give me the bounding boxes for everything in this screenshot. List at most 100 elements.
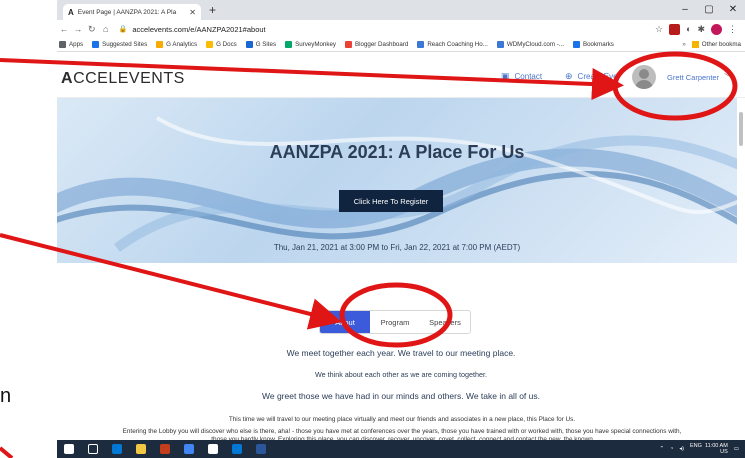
url-text: accelevents.com/e/AANZPA2021#about [132,24,266,34]
bookmark-icon [572,41,580,48]
taskbar-app-icon[interactable] [84,442,102,456]
bookmark-icon [59,41,66,48]
about-line-1: We meet together each year. We travel to… [286,348,516,358]
tab-speakers[interactable]: Speakers [420,311,470,333]
overflow-chevron-icon[interactable]: » [682,41,685,48]
notification-icon[interactable]: ▭ [734,446,739,452]
event-title: AANZPA 2021: A Place For Us [269,142,525,162]
bookmark-icon [206,41,214,48]
menu-icon[interactable]: ⋮ [728,24,737,35]
bookmark-label: G Sites [255,41,277,48]
bookmark-label: Bookmarks [582,41,614,48]
page-scrollbar[interactable] [739,112,743,146]
bookmark-label: SurveyMonkey [295,41,336,48]
bookmark-item[interactable]: SurveyMonkey [285,41,336,48]
back-icon[interactable]: ← [57,24,71,34]
about-line-3: We greet those we have had in our minds … [262,391,540,401]
new-tab-icon[interactable]: + [209,3,216,17]
extension-icon-2[interactable]: ◐ [686,24,691,34]
bookmark-icon [92,41,100,48]
create-event-link[interactable]: ⊕ Create Eve [565,71,618,82]
bookmark-label: Reach Coaching Ho... [427,41,488,48]
bookmark-icon [345,41,352,48]
bookmark-item[interactable]: Reach Coaching Ho... [417,41,488,48]
puzzle-icon[interactable]: ✱ [697,24,705,35]
forward-icon[interactable]: → [71,24,85,34]
taskbar-app-icon[interactable] [132,442,150,456]
address-bar[interactable]: 🔒 accelevents.com/e/AANZPA2021#about [119,22,655,36]
accelevents-logo[interactable]: ACCELEVENTS [61,70,185,88]
bookmark-label: G Analytics [166,41,198,48]
plus-circle-icon: ⊕ [565,71,573,81]
other-bookmarks-label: Other bookma [701,41,741,48]
contact-link[interactable]: ▣ Contact [501,71,542,82]
tray-up-arrow-icon[interactable]: ⌃ [659,446,664,452]
tab-about[interactable]: About [320,311,370,333]
tray-clock[interactable]: ENG 11:00 AM US [690,443,728,455]
reload-icon[interactable]: ↻ [85,24,99,35]
bookmark-icon [245,41,253,48]
bookmark-label: Blogger Dashboard [355,41,409,48]
event-banner: AANZPA 2021: A Place For Us Click Here T… [57,98,737,263]
windows-taskbar: ⌃ ◔ ◂) ENG 11:00 AM US ▭ [57,440,745,458]
star-icon[interactable]: ☆ [655,24,663,35]
user-avatar [632,65,656,89]
tab-program[interactable]: Program [370,311,420,333]
tab-strip: A Event Page | AANZPA 2021: A Pla ✕ + – … [57,0,745,20]
user-menu[interactable]: Grett Carpenter ﹀ [632,62,742,92]
cropped-text: n [0,385,12,407]
bookmark-item[interactable]: Suggested Sites [92,41,147,48]
about-paragraph-2: Entering the Lobby you will discover who… [122,428,682,440]
bookmark-label: G Docs [216,41,237,48]
bookmark-item[interactable]: Blogger Dashboard [345,41,408,48]
taskbar-app-icon[interactable] [60,442,78,456]
close-window-icon[interactable]: ✕ [721,0,745,20]
maximize-icon[interactable]: ▢ [697,0,721,20]
register-button[interactable]: Click Here To Register [339,190,443,212]
screenshot-root: n A Event Page | AANZPA 2021: A Pla ✕ + … [0,0,745,458]
taskbar-app-icon[interactable] [228,442,246,456]
toolbar-actions: ☆ ◐ ✱ ⋮ [655,23,745,35]
bookmark-item[interactable]: Bookmarks [572,41,614,48]
bookmark-item[interactable]: WDMyCloud.com -... [496,41,564,48]
chevron-down-icon: ﹀ [724,72,733,82]
window-controls: – ▢ ✕ [673,0,745,20]
browser-tab[interactable]: A Event Page | AANZPA 2021: A Pla ✕ [63,4,201,20]
taskbar-app-icon[interactable] [108,442,126,456]
extension-icon[interactable] [669,23,681,35]
taskbar-app-icon[interactable] [156,442,174,456]
bookmarks-bar: Apps Suggested Sites G Analytics G Docs G Si… [57,38,745,52]
site-header: ACCELEVENTS ▣ Contact ⊕ Create Eve Grett… [57,52,745,98]
folder-icon [691,41,699,48]
bookmark-label: Apps [69,41,84,48]
minimize-icon[interactable]: – [673,0,697,20]
bookmark-item[interactable]: Apps [59,41,83,48]
taskbar-app-icon[interactable] [204,442,222,456]
close-tab-icon[interactable]: ✕ [189,8,196,17]
system-tray: ⌃ ◔ ◂) ENG 11:00 AM US ▭ [659,443,745,455]
taskbar-app-icon[interactable] [180,442,198,456]
event-tabs: About Program Speakers [319,310,471,334]
bookmark-item[interactable]: G Sites [245,41,277,48]
contact-icon: ▣ [501,71,510,81]
bookmark-icon [285,41,293,48]
web-page: ACCELEVENTS ▣ Contact ⊕ Create Eve Grett… [57,52,745,440]
taskbar-app-icon[interactable] [252,442,270,456]
event-date: Thu, Jan 21, 2021 at 3:00 PM to Fri, Jan… [273,243,521,252]
language-label: ENG [689,443,702,449]
about-paragraph-1: This time we will travel to our meeting … [228,416,576,423]
about-line-2: We think about each other as we are comi… [314,370,488,379]
profile-avatar[interactable] [711,23,722,35]
bookmark-item[interactable]: G Docs [206,41,237,48]
bookmark-icon [417,41,425,48]
browser-toolbar: ← → ↻ ⌂ 🔒 accelevents.com/e/AANZPA2021#a… [57,20,745,38]
volume-icon[interactable]: ◂) [679,446,684,452]
bookmark-label: WDMyCloud.com -... [506,41,564,48]
home-icon[interactable]: ⌂ [99,24,113,34]
other-bookmarks[interactable]: » Other bookma [682,41,745,48]
tab-title: Event Page | AANZPA 2021: A Pla [77,8,177,16]
bookmark-label: Suggested Sites [102,41,148,48]
favicon-icon: A [68,7,74,17]
bookmark-item[interactable]: G Analytics [156,41,197,48]
network-icon[interactable]: ◔ [670,446,673,452]
